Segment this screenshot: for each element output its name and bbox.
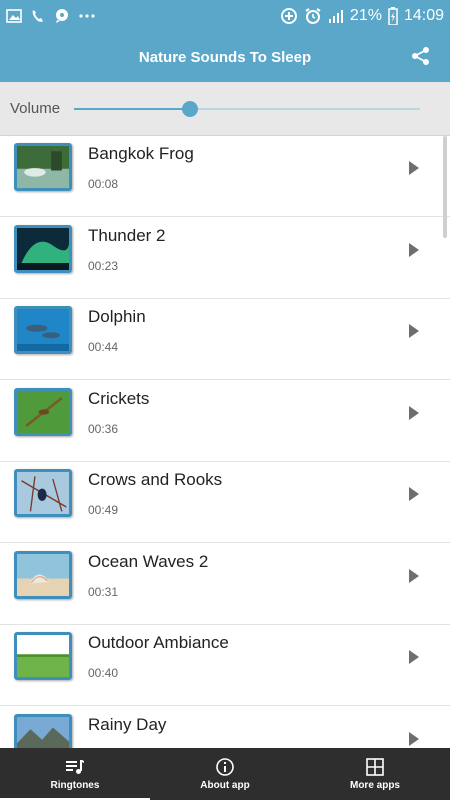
signal-icon (328, 8, 344, 24)
volume-bar: Volume (0, 82, 450, 136)
sound-title: Ocean Waves 2 (88, 552, 209, 571)
sound-duration: 00:49 (88, 503, 119, 517)
sound-list: Bangkok Frog 00:08 Thunder 2 00:23 Dolphin 00… (0, 136, 450, 748)
sound-title: Crickets (88, 389, 150, 408)
nav-label: Ringtones (50, 780, 100, 791)
play-icon[interactable] (408, 649, 420, 665)
info-icon (215, 757, 235, 777)
battery-percent: 21% (349, 7, 382, 24)
missed-call-icon (30, 8, 46, 24)
sound-duration: 00:36 (88, 422, 119, 436)
sound-list-item[interactable]: Dolphin 00:44 (0, 299, 450, 380)
image-notification-icon (6, 9, 22, 23)
app-header: Nature Sounds To Sleep (0, 32, 450, 82)
sound-thumbnail (14, 632, 72, 680)
nav-label: About app (200, 780, 250, 791)
bottom-navigation: Ringtones About app More apps (0, 748, 450, 800)
share-icon[interactable] (410, 45, 432, 67)
sound-title: Rainy Day (88, 715, 167, 734)
sound-duration: 00:23 (88, 259, 119, 273)
play-icon[interactable] (408, 405, 420, 421)
sound-duration: 00:44 (88, 340, 119, 354)
chat-bubble-icon (54, 8, 70, 24)
play-icon[interactable] (408, 486, 420, 502)
data-saver-icon (280, 7, 298, 25)
page-title: Nature Sounds To Sleep (138, 48, 312, 66)
play-icon[interactable] (408, 568, 420, 584)
nav-label: More apps (349, 780, 400, 791)
sound-duration: 00:31 (88, 585, 119, 599)
sound-title: Dolphin (88, 307, 146, 326)
sound-title: Bangkok Frog (88, 144, 194, 163)
music-list-icon (65, 757, 85, 777)
sound-thumbnail (14, 225, 72, 273)
play-icon[interactable] (408, 323, 420, 339)
nav-about-app[interactable]: About app (150, 748, 300, 800)
sound-thumbnail (14, 469, 72, 517)
sound-thumbnail (14, 551, 72, 599)
battery-charging-icon (388, 7, 398, 25)
sound-duration: 00:08 (88, 177, 119, 191)
nav-more-apps[interactable]: More apps (300, 748, 450, 800)
sound-duration: 00:40 (88, 666, 119, 680)
sound-list-item[interactable]: Rainy Day (0, 707, 450, 748)
status-bar: 21% 14:09 (0, 0, 450, 32)
sound-title: Outdoor Ambiance (88, 633, 229, 652)
slider-thumb[interactable] (181, 100, 198, 117)
sound-thumbnail (14, 143, 72, 191)
more-notifications-icon (78, 13, 96, 19)
sound-title: Thunder 2 (88, 226, 166, 245)
nav-ringtones[interactable]: Ringtones (0, 748, 150, 800)
alarm-icon (304, 7, 322, 25)
sound-list-item[interactable]: Crickets 00:36 (0, 381, 450, 462)
volume-label: Volume (10, 100, 61, 117)
sound-thumbnail (14, 306, 72, 354)
sound-list-item[interactable]: Ocean Waves 2 00:31 (0, 544, 450, 625)
grid-icon (365, 757, 385, 777)
play-icon[interactable] (408, 731, 420, 747)
sound-list-item[interactable]: Outdoor Ambiance 00:40 (0, 625, 450, 706)
sound-list-item[interactable]: Crows and Rooks 00:49 (0, 462, 450, 543)
scroll-indicator[interactable] (443, 136, 447, 238)
status-time: 14:09 (403, 7, 444, 24)
sound-list-item[interactable]: Bangkok Frog 00:08 (0, 136, 450, 217)
slider-fill (74, 107, 190, 110)
sound-title: Crows and Rooks (88, 470, 223, 489)
volume-slider[interactable] (74, 99, 420, 119)
sound-thumbnail (14, 714, 72, 748)
sound-list-item[interactable]: Thunder 2 00:23 (0, 218, 450, 299)
sound-thumbnail (14, 388, 72, 436)
play-icon[interactable] (408, 242, 420, 258)
play-icon[interactable] (408, 160, 420, 176)
